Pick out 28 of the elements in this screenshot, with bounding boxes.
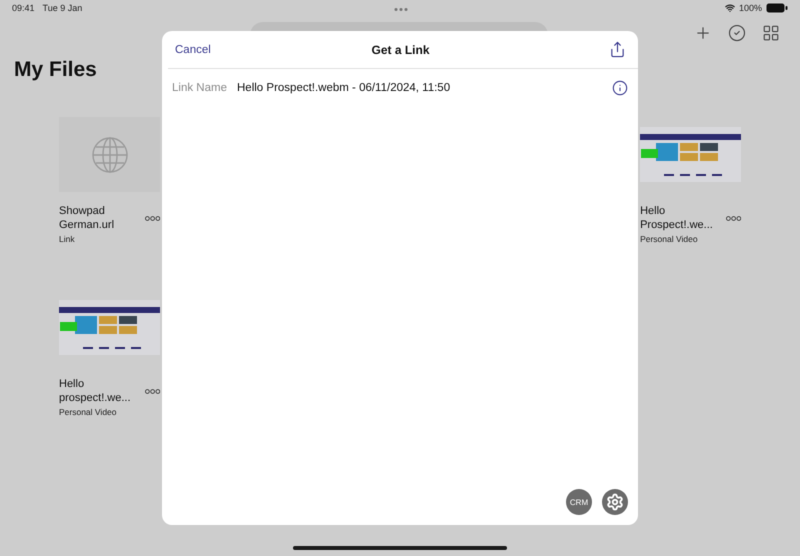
dialog-title: Get a Link xyxy=(372,42,430,56)
settings-button[interactable] xyxy=(602,489,628,515)
cancel-button[interactable]: Cancel xyxy=(175,44,211,56)
file-name: Showpad German.url xyxy=(59,204,116,232)
page-title: My Files xyxy=(14,58,98,82)
select-icon[interactable] xyxy=(728,24,746,42)
link-name-field[interactable]: Hello Prospect!.webm - 06/11/2024, 11:50 xyxy=(237,82,612,94)
field-label: Link Name xyxy=(172,82,228,94)
battery-icon xyxy=(766,3,788,13)
more-icon[interactable] xyxy=(726,216,742,220)
wifi-icon xyxy=(724,3,735,13)
more-icon[interactable] xyxy=(144,216,160,220)
info-button[interactable] xyxy=(612,80,628,96)
globe-icon xyxy=(90,136,128,174)
grid-view-icon[interactable] xyxy=(762,24,780,42)
crm-button[interactable]: CRM xyxy=(566,489,592,515)
status-date: Tue 9 Jan xyxy=(42,3,82,13)
file-thumbnail[interactable] xyxy=(59,117,160,192)
file-type: Personal Video xyxy=(59,407,118,417)
file-name: Hello Prospect!.we... xyxy=(640,204,714,232)
share-button[interactable] xyxy=(609,41,626,58)
more-icon[interactable] xyxy=(144,388,160,394)
battery-level: 100% xyxy=(738,3,762,13)
file-type: Link xyxy=(59,234,76,244)
file-type: Personal Video xyxy=(640,234,699,244)
file-name: Hello prospect!.we... xyxy=(59,377,132,405)
status-time: 09:41 xyxy=(12,3,35,13)
multitasking-icon[interactable] xyxy=(393,7,409,12)
